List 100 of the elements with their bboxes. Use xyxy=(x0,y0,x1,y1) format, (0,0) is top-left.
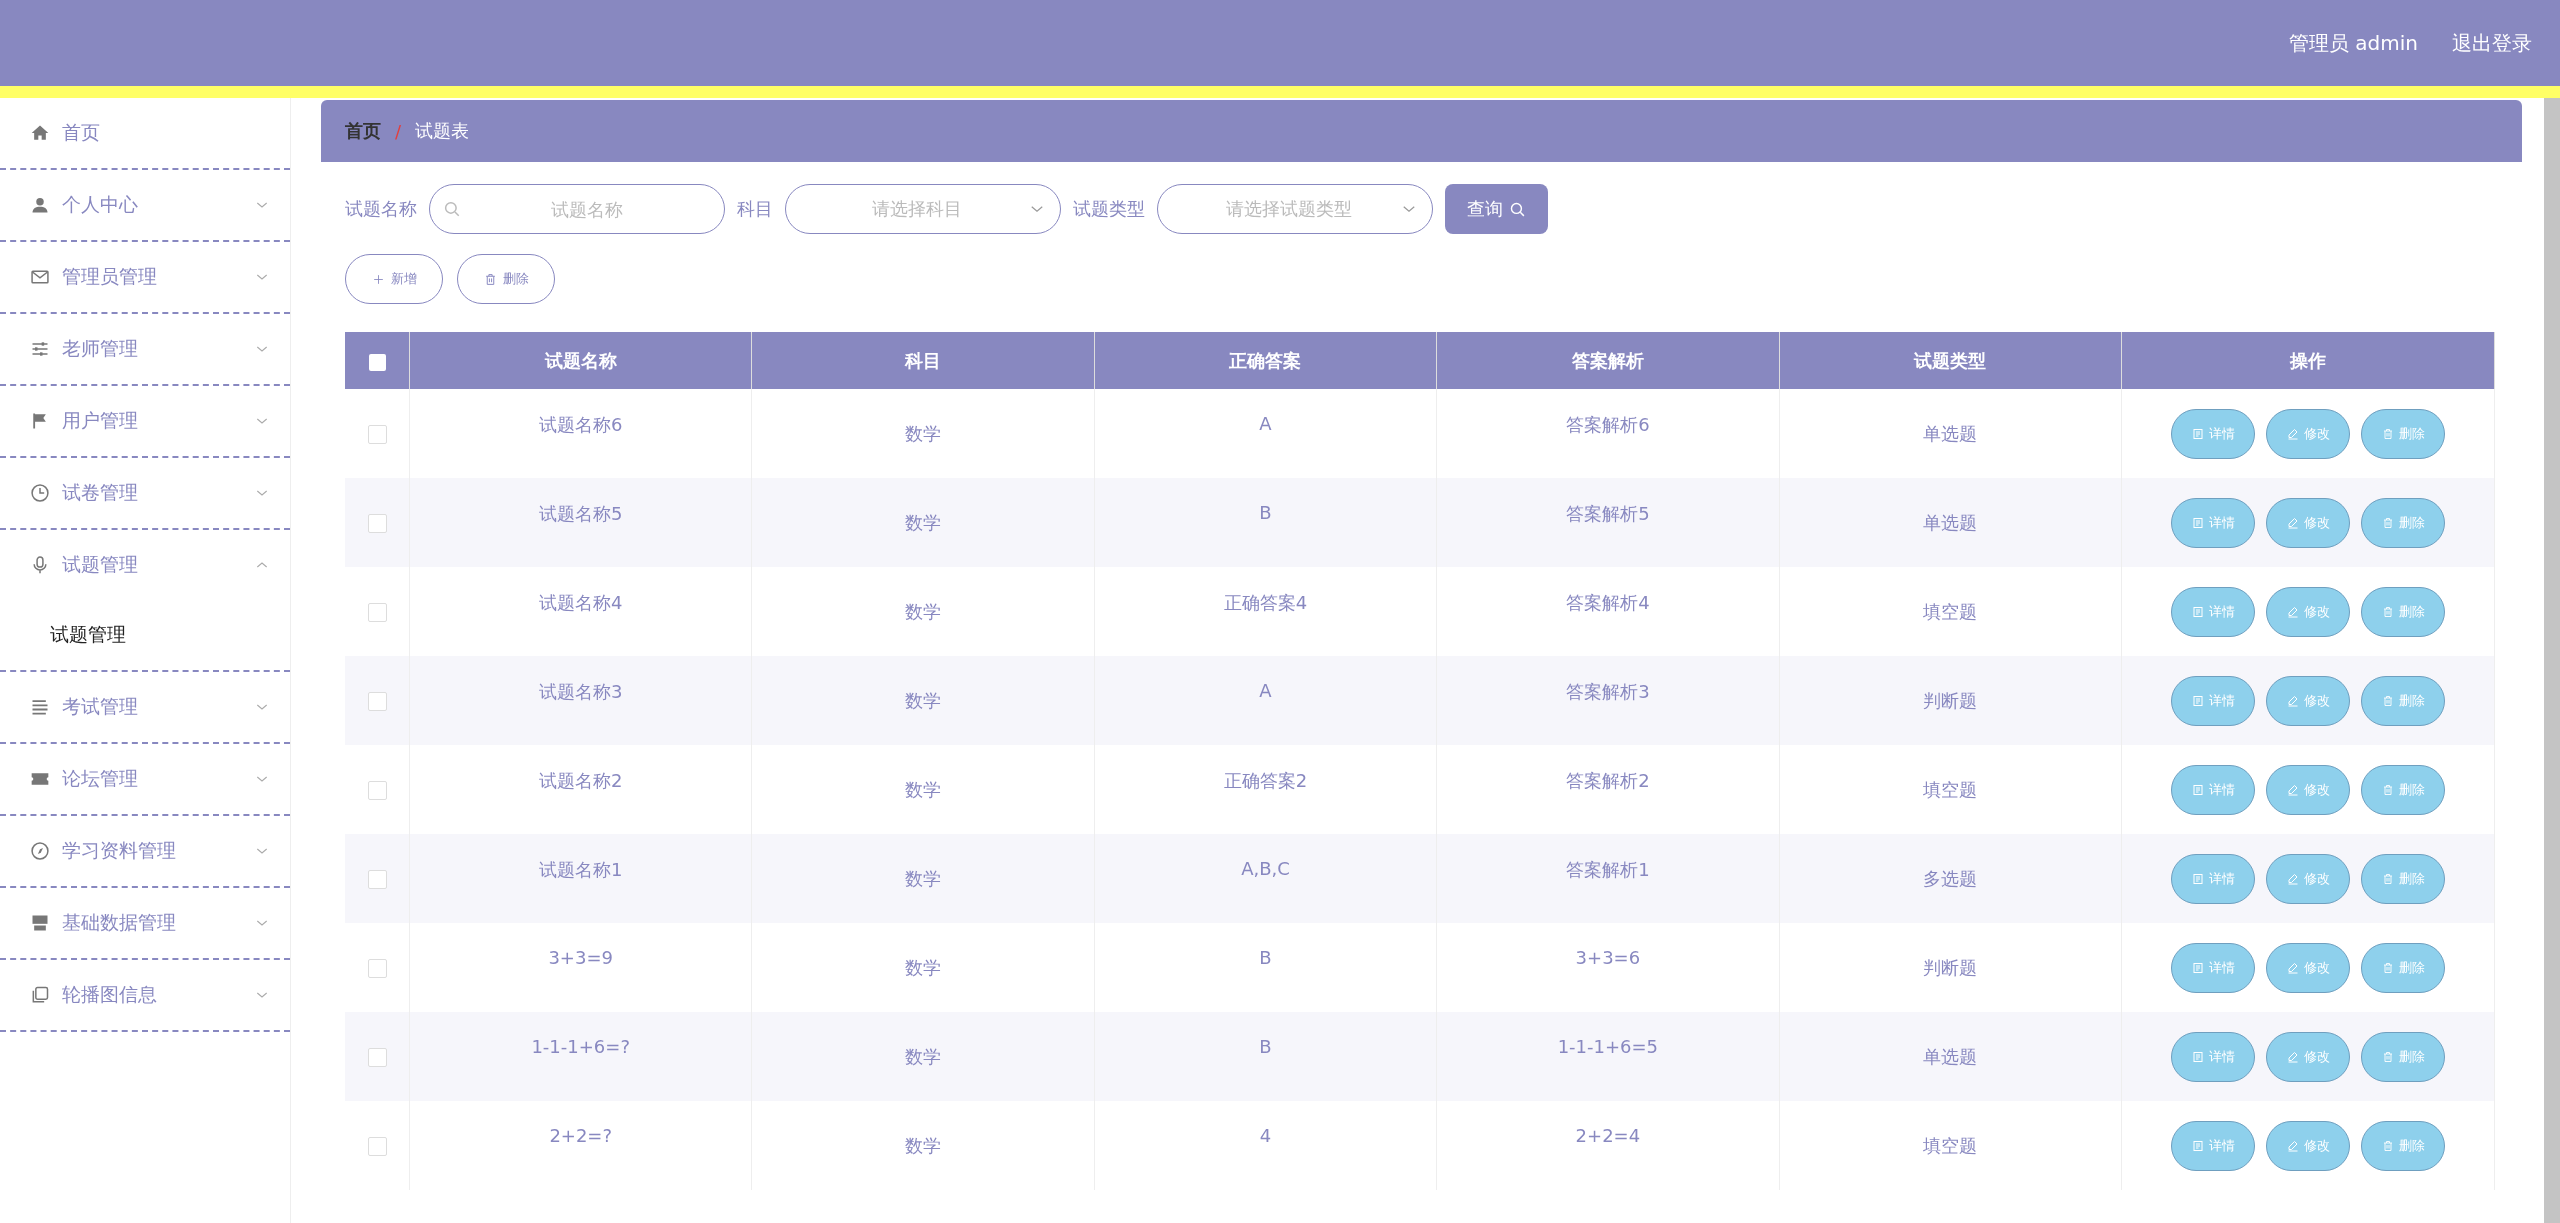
detail-button[interactable]: 详情 xyxy=(2171,675,2255,726)
trash-icon xyxy=(2381,783,2394,796)
row-checkbox[interactable] xyxy=(367,870,387,890)
row-checkbox[interactable] xyxy=(367,1048,387,1068)
menu-item[interactable]: 试题管理 xyxy=(0,530,290,600)
table-cell: A xyxy=(1259,680,1272,701)
edit-button[interactable]: 修改 xyxy=(2266,764,2350,815)
table-cell: A,B,C xyxy=(1241,858,1290,879)
search-field[interactable]: 试题名称 xyxy=(429,184,725,234)
table-cell: 单选题 xyxy=(1923,1045,1978,1067)
table-cell: 数学 xyxy=(905,422,942,444)
search-icon xyxy=(443,200,461,218)
delete-button[interactable]: 删除 xyxy=(2361,586,2445,637)
row-checkbox[interactable] xyxy=(367,781,387,801)
table-cell: 3+3=6 xyxy=(1575,947,1641,968)
detail-button[interactable]: 详情 xyxy=(2171,497,2255,548)
store-icon xyxy=(30,913,50,933)
sliders-icon xyxy=(30,339,50,359)
row-checkbox[interactable] xyxy=(367,692,387,712)
trash-icon xyxy=(2381,1050,2394,1063)
trash-icon xyxy=(2381,427,2394,440)
select-field[interactable]: 请选择科目 xyxy=(785,184,1061,234)
add-button[interactable]: 新增 xyxy=(345,254,443,304)
field-label: 科目 xyxy=(737,197,773,221)
pencil-icon xyxy=(2286,516,2299,529)
edit-button[interactable]: 修改 xyxy=(2266,408,2350,459)
edit-button[interactable]: 修改 xyxy=(2266,853,2350,904)
edit-button[interactable]: 修改 xyxy=(2266,675,2350,726)
detail-button[interactable]: 详情 xyxy=(2171,764,2255,815)
table-cell: 数学 xyxy=(905,956,942,978)
row-checkbox[interactable] xyxy=(367,603,387,623)
breadcrumb-item[interactable]: 首页 xyxy=(345,119,381,143)
row-checkbox[interactable] xyxy=(367,425,387,445)
delete-button[interactable]: 删除 xyxy=(2361,853,2445,904)
menu-item[interactable]: 用户管理 xyxy=(0,386,290,456)
column-header: 试题类型 xyxy=(1914,349,1987,371)
table-cell: 试题名称3 xyxy=(538,681,623,702)
table-cell: B xyxy=(1259,1036,1272,1057)
field-label: 试题类型 xyxy=(1073,197,1145,221)
column-header: 试题名称 xyxy=(544,349,617,371)
delete-button[interactable]: 删除 xyxy=(2361,497,2445,548)
select-field[interactable]: 请选择试题类型 xyxy=(1157,184,1433,234)
menu-item[interactable]: 轮播图信息 xyxy=(0,960,290,1030)
trash-icon xyxy=(2381,961,2394,974)
pencil-icon xyxy=(2286,872,2299,885)
detail-button[interactable]: 详情 xyxy=(2171,1031,2255,1082)
select-all-checkbox[interactable] xyxy=(368,353,386,371)
table-cell: 试题名称6 xyxy=(538,414,623,435)
delete-button[interactable]: 删除 xyxy=(2361,764,2445,815)
edit-button[interactable]: 修改 xyxy=(2266,942,2350,993)
search-button[interactable]: 查询 xyxy=(1445,184,1548,234)
delete-button[interactable]: 删除 xyxy=(2361,942,2445,993)
delete-button[interactable]: 删除 xyxy=(2361,1031,2445,1082)
document-icon xyxy=(2191,1050,2204,1063)
detail-button[interactable]: 详情 xyxy=(2171,853,2255,904)
edit-button[interactable]: 修改 xyxy=(2266,586,2350,637)
delete-button[interactable]: 删除 xyxy=(2361,675,2445,726)
table-cell: 数学 xyxy=(905,778,942,800)
breadcrumb-item: 试题表 xyxy=(415,119,470,143)
logout-link[interactable]: 退出登录 xyxy=(2452,29,2532,57)
menu-item[interactable]: 管理员管理 xyxy=(0,242,290,312)
home-icon xyxy=(30,123,50,143)
edit-button[interactable]: 修改 xyxy=(2266,1120,2350,1171)
trash-icon xyxy=(2381,872,2394,885)
menu-item[interactable]: 老师管理 xyxy=(0,314,290,384)
table-cell: 数学 xyxy=(905,689,942,711)
detail-button[interactable]: 详情 xyxy=(2171,586,2255,637)
menu-item[interactable]: 基础数据管理 xyxy=(0,888,290,958)
breadcrumb-separator: / xyxy=(395,120,402,142)
table-cell: 4 xyxy=(1259,1125,1272,1146)
delete-button[interactable]: 删除 xyxy=(2361,1120,2445,1171)
pencil-icon xyxy=(2286,1050,2299,1063)
table-cell: 2+2=? xyxy=(549,1125,612,1146)
field-label: 试题名称 xyxy=(345,197,417,221)
menu-item[interactable]: 个人中心 xyxy=(0,170,290,240)
table-cell: 1-1-1+6=? xyxy=(531,1036,630,1057)
delete-button[interactable]: 删除 xyxy=(457,254,555,304)
envelope-icon xyxy=(30,267,50,287)
detail-button[interactable]: 详情 xyxy=(2171,1120,2255,1171)
menu-item[interactable]: 试卷管理 xyxy=(0,458,290,528)
menu-item[interactable]: 考试管理 xyxy=(0,672,290,742)
menu-item[interactable]: 论坛管理 xyxy=(0,744,290,814)
scrollbar[interactable] xyxy=(2544,98,2560,1223)
edit-button[interactable]: 修改 xyxy=(2266,1031,2350,1082)
table-cell: 答案解析5 xyxy=(1566,503,1650,524)
table-cell: B xyxy=(1259,502,1272,523)
table-cell: 填空题 xyxy=(1923,778,1978,800)
menu-item[interactable]: 学习资料管理 xyxy=(0,816,290,886)
document-icon xyxy=(2191,516,2204,529)
detail-button[interactable]: 详情 xyxy=(2171,408,2255,459)
detail-button[interactable]: 详情 xyxy=(2171,942,2255,993)
submenu-item[interactable]: 试题管理 xyxy=(0,600,290,670)
edit-button[interactable]: 修改 xyxy=(2266,497,2350,548)
table-cell: B xyxy=(1259,947,1272,968)
row-checkbox[interactable] xyxy=(367,1137,387,1157)
table-cell: 判断题 xyxy=(1923,956,1978,978)
menu-item[interactable]: 首页 xyxy=(0,98,290,168)
row-checkbox[interactable] xyxy=(367,514,387,534)
delete-button[interactable]: 删除 xyxy=(2361,408,2445,459)
row-checkbox[interactable] xyxy=(367,959,387,979)
